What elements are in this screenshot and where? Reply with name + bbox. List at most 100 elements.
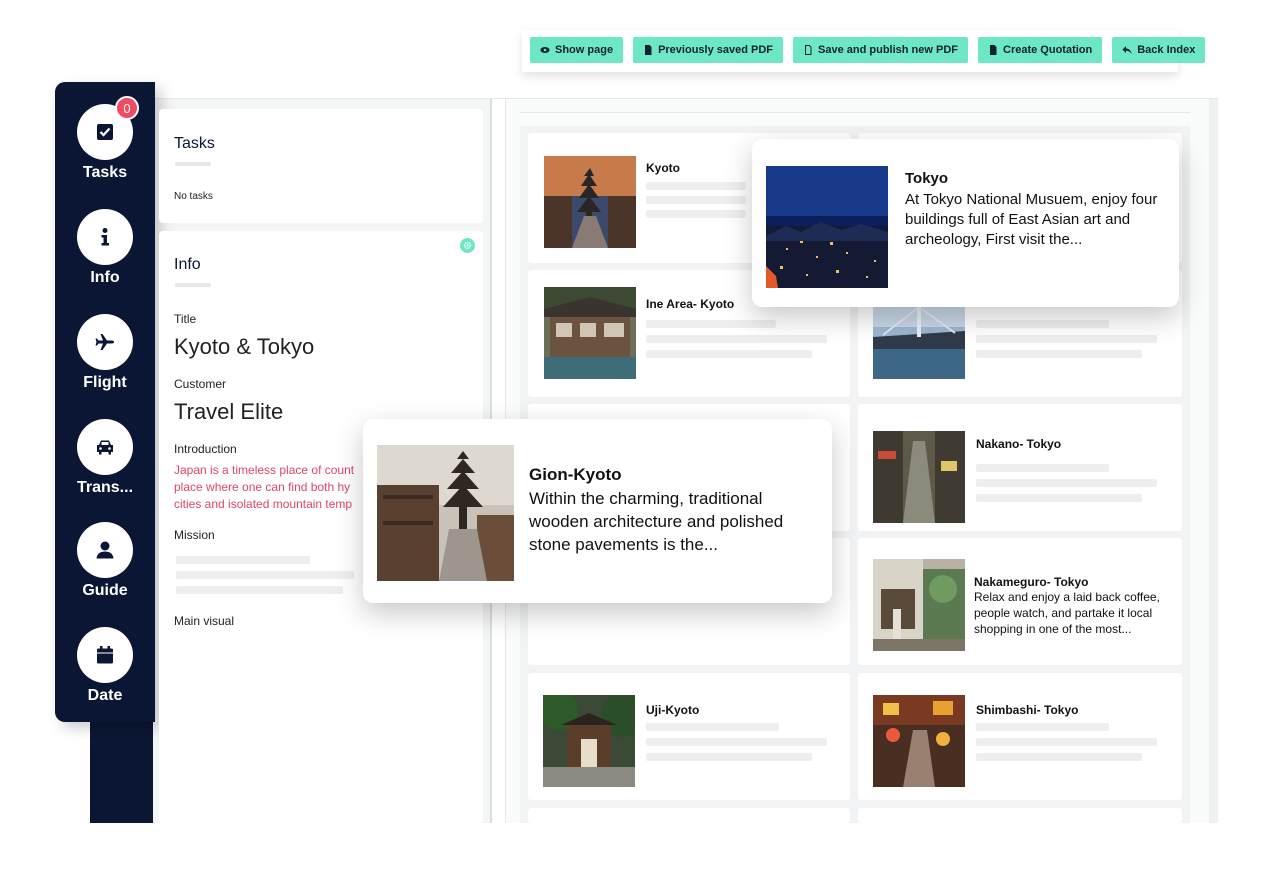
tile-nakano[interactable]: Nakano- Tokyo — [858, 404, 1182, 531]
mission-placeholder-line — [176, 556, 310, 564]
introduction-line: place where one can find both hy — [174, 480, 351, 494]
title-label: Title — [174, 312, 197, 326]
tile-placeholder-line — [646, 350, 812, 358]
sidebar-item-date[interactable]: Date — [55, 627, 155, 705]
tile-placeholder-line — [976, 723, 1109, 731]
tile-placeholder-line — [646, 182, 746, 190]
back-index-button[interactable]: Back Index — [1112, 37, 1206, 63]
tile-uji[interactable]: Uji-Kyoto — [528, 673, 850, 800]
popup-title: Tokyo — [905, 170, 949, 187]
date-button[interactable] — [77, 627, 133, 683]
tile-placeholder-line — [976, 464, 1109, 472]
tasks-count-badge: 0 — [115, 96, 139, 120]
tile-title: Uji-Kyoto — [646, 703, 700, 717]
previously-saved-pdf-label: Previously saved PDF — [658, 44, 774, 56]
tile-title: Ine Area- Kyoto — [646, 297, 735, 311]
back-index-label: Back Index — [1137, 44, 1196, 56]
plane-icon — [95, 334, 114, 350]
sidebar-item-label: Guide — [82, 582, 128, 599]
tile-title: Nakano- Tokyo — [976, 437, 1062, 451]
sidebar-item-tasks[interactable]: 0 Tasks — [55, 96, 155, 182]
tile-title: Kyoto — [646, 161, 680, 175]
sidebar-item-info[interactable]: Info — [55, 209, 155, 287]
introduction-label: Introduction — [174, 442, 237, 456]
create-quotation-label: Create Quotation — [1003, 44, 1093, 56]
previously-saved-pdf-button[interactable]: Previously saved PDF — [633, 37, 784, 63]
gion-pagoda-photo — [377, 445, 514, 581]
tile-description: Relax and enjoy a laid back coffee, peop… — [974, 590, 1160, 636]
sidebar-item-label: Info — [90, 269, 120, 286]
car-icon — [97, 440, 113, 455]
tokyo-popup-card[interactable]: Tokyo At Tokyo National Musuem, enjoy fo… — [752, 139, 1179, 307]
customer-value[interactable]: Travel Elite — [174, 399, 283, 425]
settings-gear-icon[interactable] — [460, 238, 475, 253]
right-panel-divider — [520, 112, 1190, 113]
tile-placeholder-line — [976, 350, 1142, 358]
tile-placeholder-line — [976, 479, 1157, 487]
show-page-label: Show page — [555, 44, 614, 56]
create-quotation-button[interactable]: Create Quotation — [978, 37, 1103, 63]
tile-placeholder-line — [976, 320, 1109, 328]
info-button[interactable] — [77, 209, 133, 265]
ine-area-photo — [544, 287, 636, 379]
sidebar-item-label: Flight — [83, 374, 127, 391]
main-visual-label: Main visual — [174, 614, 235, 628]
tile-partial — [858, 808, 1182, 823]
introduction-line: Japan is a timeless place of count — [174, 463, 354, 477]
tile-placeholder-line — [646, 738, 827, 746]
tile-placeholder-line — [646, 210, 746, 218]
file-outline-icon — [805, 45, 812, 55]
gion-popup-card[interactable]: Gion-Kyoto Within the charming, traditio… — [363, 419, 832, 603]
nakameguro-photo — [873, 559, 965, 651]
popup-title: Gion-Kyoto — [529, 465, 622, 484]
tile-placeholder-line — [976, 494, 1142, 502]
tile-placeholder-line — [646, 335, 827, 343]
popup-description: At Tokyo National Musuem, enjoy four bui… — [905, 191, 1158, 248]
sidebar: 0 Tasks Info Flight Trans... Guide Date — [55, 82, 155, 722]
introduction-text[interactable]: Japan is a timeless place of count place… — [174, 462, 354, 513]
tasks-icon — [97, 124, 113, 140]
tile-placeholder-line — [646, 320, 776, 328]
flight-button[interactable] — [77, 314, 133, 370]
eye-icon — [540, 47, 550, 53]
nakano-photo — [873, 431, 965, 523]
title-underline — [175, 283, 211, 287]
tasks-card-title: Tasks — [174, 135, 215, 152]
sidebar-item-flight[interactable]: Flight — [55, 314, 155, 392]
customer-label: Customer — [174, 377, 227, 391]
tile-partial — [528, 808, 850, 823]
tile-nakameguro[interactable]: Nakameguro- Tokyo Relax and enjoy a laid… — [858, 538, 1182, 665]
sidebar-item-transport[interactable]: Trans... — [55, 419, 155, 497]
tile-placeholder-line — [646, 196, 746, 204]
sidebar-item-label: Trans... — [76, 479, 134, 496]
popup-description: Within the charming, traditional wooden … — [529, 489, 784, 554]
tile-title: Nakameguro- Tokyo — [974, 575, 1089, 589]
tile-placeholder-line — [976, 335, 1157, 343]
save-publish-pdf-button[interactable]: Save and publish new PDF — [793, 37, 968, 63]
sidebar-item-guide[interactable]: Guide — [55, 522, 155, 600]
reply-arrow-icon — [1122, 46, 1132, 54]
tile-shimbashi[interactable]: Shimbashi- Tokyo — [858, 673, 1182, 800]
toolbar: Show page Previously saved PDF Save and … — [530, 37, 1206, 63]
info-card-title: Info — [174, 256, 201, 273]
mission-label: Mission — [174, 528, 215, 542]
tasks-card: Tasks No tasks — [159, 109, 483, 223]
tasks-button[interactable]: 0 — [77, 96, 139, 160]
guide-button[interactable] — [77, 522, 133, 578]
save-publish-pdf-label: Save and publish new PDF — [818, 44, 958, 56]
show-page-button[interactable]: Show page — [530, 37, 624, 63]
tile-placeholder-line — [976, 753, 1142, 761]
mission-placeholder-line — [176, 571, 354, 579]
uji-photo — [543, 695, 635, 787]
transport-button[interactable] — [77, 419, 133, 475]
tile-placeholder-line — [646, 753, 812, 761]
scrollbar-track[interactable] — [1209, 99, 1218, 823]
sidebar-item-label: Tasks — [82, 164, 128, 181]
file-icon — [645, 45, 652, 55]
gear-icon — [463, 241, 472, 250]
mission-placeholder-line — [176, 586, 343, 594]
sidebar-item-label: Date — [87, 687, 123, 704]
kyoto-photo — [544, 156, 636, 248]
title-value[interactable]: Kyoto & Tokyo — [174, 334, 314, 360]
info-icon — [101, 228, 109, 246]
